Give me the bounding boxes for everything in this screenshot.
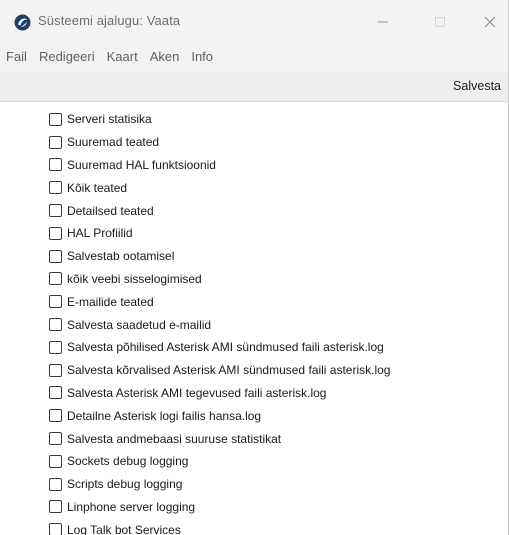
menu-fail[interactable]: Fail xyxy=(2,44,31,64)
checkbox-label[interactable]: Log Talk bot Services xyxy=(67,523,181,535)
checkbox-label[interactable]: HAL Profiilid xyxy=(67,226,133,240)
checkbox-label[interactable]: Kõik teated xyxy=(67,181,127,195)
checkbox[interactable] xyxy=(49,523,62,535)
checkbox-row[interactable]: Detailne Asterisk logi failis hansa.log xyxy=(49,404,390,427)
checkbox[interactable] xyxy=(49,500,62,514)
window-title: Süsteemi ajalugu: Vaata xyxy=(38,13,181,28)
minimize-button[interactable] xyxy=(365,10,401,34)
checkbox-row[interactable]: Salvesta andmebaasi suuruse statistikat xyxy=(49,427,390,450)
maximize-button[interactable] xyxy=(422,10,458,34)
checkbox-label[interactable]: Salvesta saadetud e-mailid xyxy=(67,318,211,332)
menu-bar: Fail Redigeeri Kaart Aken Info xyxy=(0,44,508,72)
checkbox-row[interactable]: E-mailide teated xyxy=(49,290,390,313)
checkbox[interactable] xyxy=(49,158,62,172)
checkbox[interactable] xyxy=(49,204,62,218)
close-button[interactable] xyxy=(472,10,508,34)
checkbox[interactable] xyxy=(49,112,62,126)
title-bar[interactable]: Süsteemi ajalugu: Vaata xyxy=(0,0,508,44)
checkbox[interactable] xyxy=(49,181,62,195)
checkbox[interactable] xyxy=(49,409,62,423)
checkbox[interactable] xyxy=(49,249,62,263)
menu-info[interactable]: Info xyxy=(187,44,217,64)
checkbox-row[interactable]: HAL Profiilid xyxy=(49,222,390,245)
checkbox[interactable] xyxy=(49,454,62,468)
checkbox-row[interactable]: kõik veebi sisselogimised xyxy=(49,268,390,291)
checkbox-label[interactable]: Salvesta põhilised Asterisk AMI sündmuse… xyxy=(67,340,384,354)
checkbox-row[interactable]: Suuremad teated xyxy=(49,131,390,154)
menu-redigeeri[interactable]: Redigeeri xyxy=(35,44,99,64)
options-panel: Serveri statisika Suuremad teated Suurem… xyxy=(0,102,508,535)
checkbox-label[interactable]: Linphone server logging xyxy=(67,500,195,514)
checkbox-label[interactable]: Detailne Asterisk logi failis hansa.log xyxy=(67,409,261,423)
save-button[interactable]: Salvesta xyxy=(453,79,501,93)
minimize-icon xyxy=(378,21,388,23)
checkbox-label[interactable]: Suuremad teated xyxy=(67,135,159,149)
toolbar: Salvesta xyxy=(0,72,508,102)
checkbox-label[interactable]: E-mailide teated xyxy=(67,295,154,309)
checkbox-label[interactable]: Scripts debug logging xyxy=(67,477,182,491)
checkbox-label[interactable]: Sockets debug logging xyxy=(67,454,188,468)
checkbox-list: Serveri statisika Suuremad teated Suurem… xyxy=(49,108,390,535)
checkbox-label[interactable]: Detailsed teated xyxy=(67,204,154,218)
app-logo-icon xyxy=(14,14,31,31)
maximize-icon xyxy=(435,17,445,27)
checkbox[interactable] xyxy=(49,318,62,332)
checkbox-row[interactable]: Salvesta põhilised Asterisk AMI sündmuse… xyxy=(49,336,390,359)
checkbox-label[interactable]: kõik veebi sisselogimised xyxy=(67,272,202,286)
checkbox[interactable] xyxy=(49,477,62,491)
checkbox-row[interactable]: Salvesta kõrvalised Asterisk AMI sündmus… xyxy=(49,359,390,382)
menu-aken[interactable]: Aken xyxy=(146,44,184,64)
checkbox-label[interactable]: Suuremad HAL funktsioonid xyxy=(67,158,216,172)
close-icon xyxy=(484,16,496,28)
checkbox-label[interactable]: Salvesta Asterisk AMI tegevused faili as… xyxy=(67,386,326,400)
checkbox[interactable] xyxy=(49,363,62,377)
checkbox-row[interactable]: Serveri statisika xyxy=(49,108,390,131)
checkbox[interactable] xyxy=(49,340,62,354)
checkbox-row[interactable]: Salvesta saadetud e-mailid xyxy=(49,313,390,336)
checkbox-row[interactable]: Scripts debug logging xyxy=(49,473,390,496)
menu-kaart[interactable]: Kaart xyxy=(103,44,142,64)
checkbox[interactable] xyxy=(49,386,62,400)
checkbox[interactable] xyxy=(49,226,62,240)
checkbox[interactable] xyxy=(49,295,62,309)
checkbox-row[interactable]: Suuremad HAL funktsioonid xyxy=(49,154,390,177)
checkbox-row[interactable]: Kõik teated xyxy=(49,176,390,199)
checkbox-row[interactable]: Log Talk bot Services xyxy=(49,518,390,535)
checkbox-label[interactable]: Salvesta kõrvalised Asterisk AMI sündmus… xyxy=(67,363,390,377)
checkbox-label[interactable]: Salvesta andmebaasi suuruse statistikat xyxy=(67,432,281,446)
checkbox[interactable] xyxy=(49,432,62,446)
checkbox-row[interactable]: Linphone server logging xyxy=(49,496,390,519)
checkbox[interactable] xyxy=(49,272,62,286)
checkbox-row[interactable]: Detailsed teated xyxy=(49,199,390,222)
checkbox-row[interactable]: Salvestab ootamisel xyxy=(49,245,390,268)
checkbox-row[interactable]: Salvesta Asterisk AMI tegevused faili as… xyxy=(49,382,390,405)
app-window: Süsteemi ajalugu: Vaata Fail Redigeeri K… xyxy=(0,0,509,535)
checkbox[interactable] xyxy=(49,135,62,149)
checkbox-row[interactable]: Sockets debug logging xyxy=(49,450,390,473)
checkbox-label[interactable]: Serveri statisika xyxy=(67,112,152,126)
checkbox-label[interactable]: Salvestab ootamisel xyxy=(67,249,174,263)
